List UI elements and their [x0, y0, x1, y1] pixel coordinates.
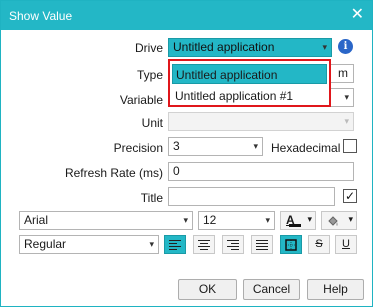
- paint-bucket-icon: [328, 216, 338, 226]
- text-color-swatch: [289, 224, 301, 227]
- chevron-down-icon: ▾: [183, 215, 188, 225]
- chevron-down-icon: ▾: [344, 92, 349, 102]
- align-center-button[interactable]: [193, 235, 215, 254]
- cancel-button[interactable]: Cancel: [243, 279, 300, 300]
- chevron-down-icon: ▾: [322, 42, 327, 52]
- strikethrough-icon: S: [315, 238, 323, 250]
- chevron-down-icon: ▾: [348, 214, 353, 224]
- precision-label: Precision: [113, 141, 163, 155]
- drive-dropdown-list: Untitled application Untitled applicatio…: [168, 59, 331, 107]
- drive-select[interactable]: Untitled application ▾: [168, 38, 332, 57]
- font-style-value: Regular: [24, 237, 67, 251]
- strikethrough-button[interactable]: S: [308, 235, 330, 254]
- font-family-value: Arial: [24, 213, 49, 227]
- hexadecimal-checkbox[interactable]: [343, 139, 357, 153]
- font-family-select[interactable]: Arial ▾: [19, 211, 193, 230]
- title-bar: Show Value ✕: [1, 1, 372, 30]
- font-size-value: 12: [203, 213, 217, 227]
- refresh-rate-input[interactable]: 0: [168, 162, 354, 181]
- align-right-icon: [227, 240, 239, 250]
- variable-label: Variable: [119, 93, 163, 107]
- window-title: Show Value: [9, 9, 73, 23]
- underline-button[interactable]: U: [335, 235, 357, 254]
- ok-button[interactable]: OK: [178, 279, 237, 300]
- fill-color-picker[interactable]: ▾: [321, 211, 357, 230]
- align-center-icon: [198, 240, 210, 250]
- type-label: Type: [136, 68, 163, 82]
- border-icon: [285, 239, 297, 251]
- close-icon[interactable]: ✕: [351, 7, 364, 23]
- align-left-icon: [169, 240, 181, 250]
- title-input[interactable]: [168, 187, 335, 206]
- precision-select[interactable]: 3 ▾: [168, 137, 263, 156]
- unit-select: ▾: [168, 112, 354, 131]
- type-field-value: m: [338, 66, 348, 80]
- align-justify-icon: [256, 240, 268, 250]
- info-icon[interactable]: i: [338, 39, 353, 54]
- underline-icon: U: [342, 238, 350, 250]
- chevron-down-icon: ▾: [344, 116, 349, 126]
- align-left-button[interactable]: [164, 235, 186, 254]
- text-color-picker[interactable]: A ▾: [280, 211, 316, 230]
- font-style-select[interactable]: Regular ▾: [19, 235, 159, 254]
- title-label: Title: [140, 191, 163, 205]
- dropdown-option-untitled-application-1[interactable]: Untitled application #1: [172, 86, 327, 106]
- chevron-down-icon: ▾: [307, 214, 312, 224]
- chevron-down-icon: ▾: [149, 239, 154, 249]
- precision-value: 3: [173, 139, 180, 153]
- checkmark-icon: ✓: [344, 189, 356, 203]
- refresh-rate-value: 0: [173, 164, 180, 178]
- chevron-down-icon: ▾: [265, 215, 270, 225]
- drive-label: Drive: [134, 41, 163, 55]
- hexadecimal-label: Hexadecimal: [271, 141, 341, 155]
- font-size-select[interactable]: 12 ▾: [198, 211, 275, 230]
- chevron-down-icon: ▾: [253, 141, 258, 151]
- unit-label: Unit: [141, 116, 163, 130]
- title-checkbox[interactable]: ✓: [343, 189, 357, 203]
- refresh-rate-label: Refresh Rate (ms): [64, 166, 163, 180]
- help-button[interactable]: Help: [307, 279, 364, 300]
- show-value-dialog: Show Value ✕ Drive Untitled application …: [0, 0, 373, 307]
- drive-select-value: Untitled application: [173, 40, 275, 54]
- align-right-button[interactable]: [222, 235, 244, 254]
- align-justify-button[interactable]: [251, 235, 273, 254]
- border-button[interactable]: [280, 235, 302, 254]
- dropdown-option-untitled-application[interactable]: Untitled application: [172, 64, 327, 84]
